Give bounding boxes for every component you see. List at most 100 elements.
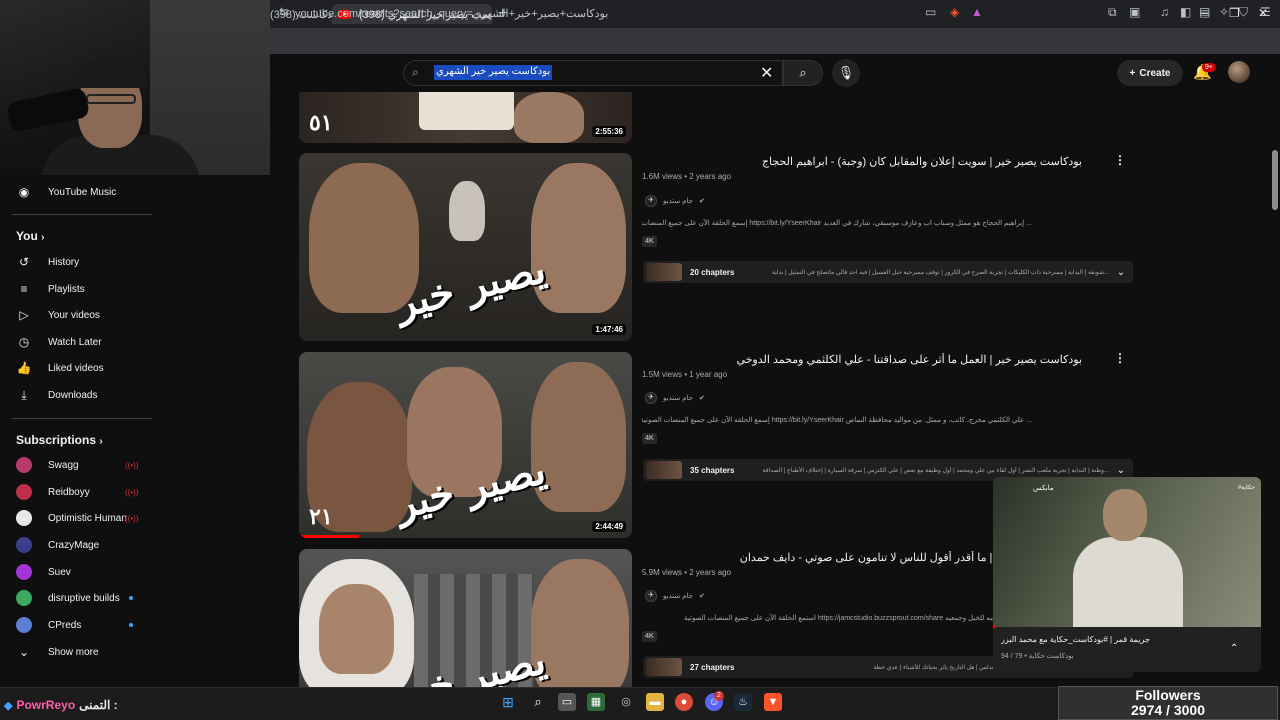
voice-search-button[interactable]: 🎙: [832, 59, 860, 87]
liked-icon: 👍: [16, 361, 32, 375]
chapter-thumbnail: [646, 658, 682, 676]
search-icon: ⌕: [412, 65, 419, 79]
brave-browser-icon[interactable]: ▼: [764, 693, 782, 711]
channel-name: جام ستديو: [663, 395, 693, 402]
menu-icon[interactable]: ☰: [1260, 5, 1271, 19]
brave-shield-icon[interactable]: ◈: [950, 5, 959, 19]
stream-overlay-badge-icon: ◆: [4, 699, 13, 712]
episode-number: ٢١: [309, 504, 333, 529]
site-settings-icon[interactable]: ⇆: [279, 5, 289, 19]
subscription-item[interactable]: Optimistic Human ((•)): [0, 505, 160, 531]
subscription-item[interactable]: CrazyMage: [0, 532, 160, 558]
video-description: ... دايف عن حبه للخيل وجمعيه https://jam…: [684, 615, 1032, 622]
rewards-icon[interactable]: ▲: [971, 5, 983, 19]
channel-link[interactable]: ✈ جام ستديو ✔: [645, 195, 705, 207]
sidebar-subscriptions-heading[interactable]: Subscriptions ›: [16, 433, 103, 447]
avatar: [16, 510, 32, 526]
video-meta: 5.9M views • 2 years ago: [642, 568, 732, 577]
notification-count-badge: 9+: [1202, 63, 1216, 72]
clear-search-icon[interactable]: ✕: [760, 63, 773, 83]
task-view-icon[interactable]: ▭: [558, 693, 576, 711]
avatar: [16, 537, 32, 553]
create-button[interactable]: + Create: [1117, 60, 1183, 86]
watch-later-icon: ◷: [18, 335, 30, 349]
avatar: [16, 484, 32, 500]
more-actions-icon[interactable]: ⋮: [1114, 153, 1126, 167]
video-thumbnail[interactable]: يصير خير: [299, 549, 632, 689]
subscription-item[interactable]: Suev: [0, 559, 160, 585]
chapter-thumbnail: [646, 263, 682, 281]
channel-avatar-icon: ✈: [645, 195, 657, 207]
avatar: [16, 617, 32, 633]
taskbar-search-icon[interactable]: ⌕: [529, 693, 547, 711]
sidebar-item-label: Liked videos: [48, 362, 104, 374]
wallet-icon[interactable]: ▤: [1199, 5, 1210, 19]
subscription-item[interactable]: CPreds: [0, 612, 160, 638]
video-title[interactable]: بودكاست يصير خير | العمل ما أثر على صداق…: [642, 353, 1082, 366]
sidebar-you-heading[interactable]: You ›: [16, 229, 44, 243]
steam-icon[interactable]: ♨: [734, 693, 752, 711]
sidebar-item-playlists[interactable]: ≡ Playlists: [0, 276, 160, 302]
video-thumbnail[interactable]: ٥١ 2:55:36: [299, 92, 632, 143]
sidebar-item-label: Playlists: [48, 283, 85, 295]
subscription-item[interactable]: Reidboyy ((•)): [0, 479, 160, 505]
chevron-down-icon[interactable]: ⌄: [1109, 465, 1133, 476]
video-meta: 1.5M views • 1 year ago: [642, 370, 728, 379]
sidebar-item-your-videos[interactable]: ▷ Your videos: [0, 302, 160, 328]
sidebar-item-label: History: [48, 256, 80, 268]
followers-count: 2974 / 3000: [1131, 702, 1205, 718]
mini-player-title[interactable]: جريمة قمر | #بودكاست_حكاية مع محمد البزر: [1001, 635, 1221, 644]
playlists-icon: ≡: [20, 282, 28, 296]
chevron-down-icon[interactable]: ⌄: [1109, 267, 1133, 278]
mini-player-person: [1103, 489, 1147, 541]
subscription-item[interactable]: Swagg ((•)): [0, 452, 160, 478]
plus-icon: +: [1129, 67, 1136, 79]
subscription-item[interactable]: disruptive builds: [0, 585, 160, 611]
file-explorer-icon[interactable]: ▬: [646, 693, 664, 711]
url-text[interactable]: youtube.com/results?search_query=بودكاست…: [295, 7, 608, 20]
sidebar-item-youtube-music[interactable]: ◉ YouTube Music: [0, 179, 160, 205]
streamer-microphone: [5, 87, 91, 133]
channel-link[interactable]: ✈ جام ستديو ✔: [645, 590, 705, 602]
chapters-bar[interactable]: 20 chapters ...شوبقة | البداية | مسرحية ذ…: [643, 261, 1133, 283]
sidebar-item-downloads[interactable]: ⤓ Downloads: [0, 382, 160, 408]
cast-icon[interactable]: ▭: [925, 5, 936, 19]
mini-player-tag: #حكاية: [1237, 485, 1255, 491]
sidebar-toggle-icon[interactable]: ◧: [1180, 5, 1191, 19]
chevron-up-icon[interactable]: ⌃: [1230, 643, 1238, 654]
channel-link[interactable]: ✈ جام ستديو ✔: [645, 392, 705, 404]
more-actions-icon[interactable]: ⋮: [1114, 351, 1126, 365]
mini-player-progress[interactable]: [993, 625, 996, 628]
sidebar-show-more[interactable]: ⌄ Show more: [0, 639, 160, 665]
video-thumbnail[interactable]: يصير خير ٢١ 2:44:49: [299, 352, 632, 538]
store-icon[interactable]: ▦: [587, 693, 605, 711]
live-indicator-icon: ((•)): [125, 461, 139, 470]
show-more-label: Show more: [48, 646, 99, 658]
video-title[interactable]: بودكاست يصير خير | سويت إعلان والمقابل ك…: [642, 155, 1082, 168]
sidebar-item-history[interactable]: ↺ History: [0, 249, 160, 275]
search-button[interactable]: ⌕: [783, 60, 823, 86]
extensions-icon[interactable]: ⧉: [1108, 5, 1117, 20]
chrome-icon[interactable]: ●: [675, 693, 693, 711]
mini-player-video[interactable]: مابكس #حكاية: [993, 477, 1261, 627]
leo-icon[interactable]: ✧: [1219, 5, 1229, 19]
chevron-down-icon: ⌄: [18, 645, 30, 659]
search-query-text[interactable]: بودكاست يصير خير الشهري: [434, 65, 553, 80]
subscription-label: Reidboyy: [48, 486, 90, 498]
scrollbar-thumb[interactable]: [1272, 150, 1278, 210]
mini-player[interactable]: مابكس #حكاية جريمة قمر | #بودكاست_حكاية …: [993, 477, 1261, 672]
verified-icon: ✔: [698, 395, 705, 402]
create-label: Create: [1139, 67, 1171, 79]
reader-icon[interactable]: ▣: [1129, 5, 1140, 19]
verified-icon: ✔: [698, 198, 705, 205]
sidebar-item-liked-videos[interactable]: 👍 Liked videos: [0, 355, 160, 381]
video-thumbnail[interactable]: يصير خير 1:47:46: [299, 153, 632, 341]
downloads-icon: ⤓: [21, 387, 27, 402]
avatar[interactable]: [1228, 61, 1250, 83]
windows-start-icon[interactable]: ⊞: [499, 693, 517, 711]
media-icon[interactable]: ♫: [1160, 5, 1169, 19]
sidebar-item-watch-later[interactable]: ◷ Watch Later: [0, 329, 160, 355]
sidebar-item-label: Downloads: [48, 389, 98, 401]
obs-icon[interactable]: ◎: [617, 693, 635, 711]
vpn-icon[interactable]: ⛉: [1239, 5, 1248, 20]
